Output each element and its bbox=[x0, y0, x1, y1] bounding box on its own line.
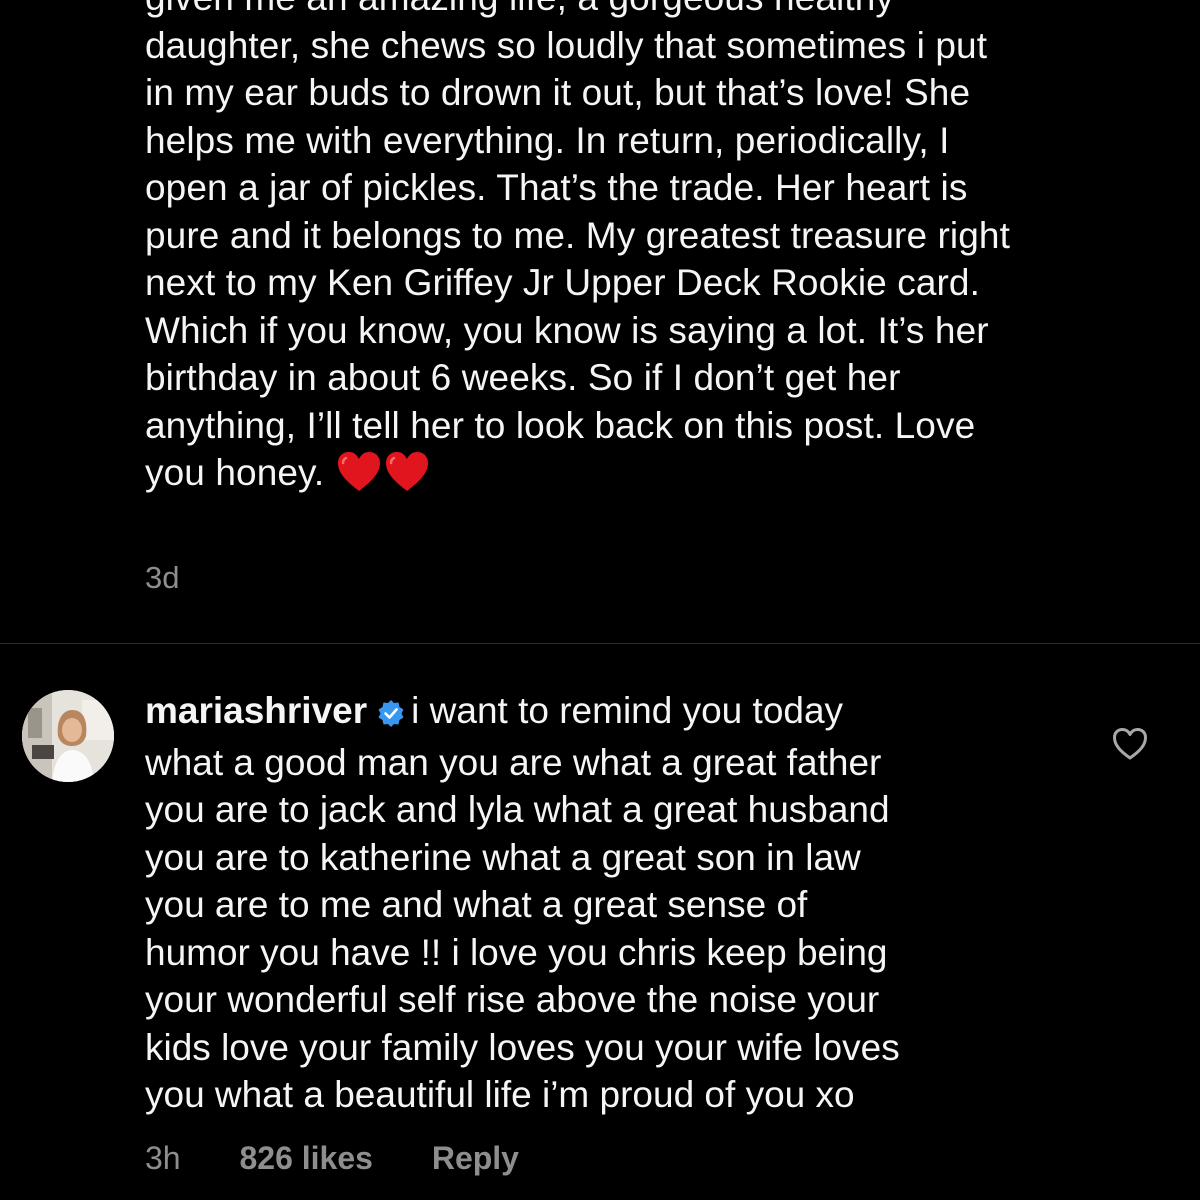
comment-text: i want to remind you today bbox=[411, 690, 844, 731]
heart-outline-icon[interactable] bbox=[1112, 727, 1148, 761]
reply-button[interactable]: Reply bbox=[432, 1140, 519, 1177]
avatar[interactable] bbox=[22, 690, 114, 782]
comment-line: you what a beautiful life i’m proud of y… bbox=[145, 1074, 855, 1115]
caption-line: in my ear buds to drown it out, but that… bbox=[145, 72, 971, 113]
comment-line: you are to me and what a great sense of bbox=[145, 884, 808, 925]
caption-line: birthday in about 6 weeks. So if I don’t… bbox=[145, 357, 901, 398]
avatar-image bbox=[22, 690, 114, 782]
caption-line: given me an amazing life, a gorgeous hea… bbox=[145, 0, 1175, 22]
caption-text: you honey. bbox=[145, 452, 325, 493]
caption-line: Which if you know, you know is saying a … bbox=[145, 309, 989, 351]
caption-line: daughter, she chews so loudly that somet… bbox=[145, 24, 988, 66]
caption-timestamp: 3d bbox=[145, 560, 180, 595]
comment-likes-count[interactable]: 826 likes bbox=[239, 1140, 372, 1177]
comment-first-line: mariashriver i want to remind you today bbox=[145, 687, 1045, 739]
comment-line: your wonderful self rise above the noise… bbox=[145, 979, 880, 1020]
caption-line-last: you honey. bbox=[145, 449, 1175, 505]
caption-line: open a jar of pickles. That’s the trade.… bbox=[145, 167, 968, 208]
comment-line: you are to jack and lyla what a great hu… bbox=[145, 789, 890, 830]
comment-line: you are to katherine what a great son in… bbox=[145, 836, 861, 878]
comment-line: kids love your family loves you your wif… bbox=[145, 1026, 900, 1068]
comment-line: humor you have !! i love you chris keep … bbox=[145, 931, 888, 973]
comment: mariashriver i want to remind you today w… bbox=[145, 687, 1045, 1119]
caption-line: anything, I’ll tell her to look back on … bbox=[145, 404, 976, 446]
post-caption: given me an amazing life, a gorgeous hea… bbox=[145, 0, 1175, 505]
verified-badge-icon bbox=[377, 691, 405, 739]
caption-line: helps me with everything. In return, per… bbox=[145, 119, 950, 161]
red-heart-icon bbox=[384, 451, 430, 505]
comment-timestamp: 3h bbox=[145, 1140, 181, 1176]
caption-line: pure and it belongs to me. My greatest t… bbox=[145, 214, 1010, 256]
red-heart-icon bbox=[336, 451, 382, 505]
caption-line: next to my Ken Griffey Jr Upper Deck Roo… bbox=[145, 262, 980, 303]
divider bbox=[0, 643, 1200, 644]
comment-username[interactable]: mariashriver bbox=[145, 690, 367, 731]
comment-line: what a good man you are what a great fat… bbox=[145, 741, 882, 783]
comment-meta: 3h 826 likes Reply bbox=[145, 1140, 519, 1177]
